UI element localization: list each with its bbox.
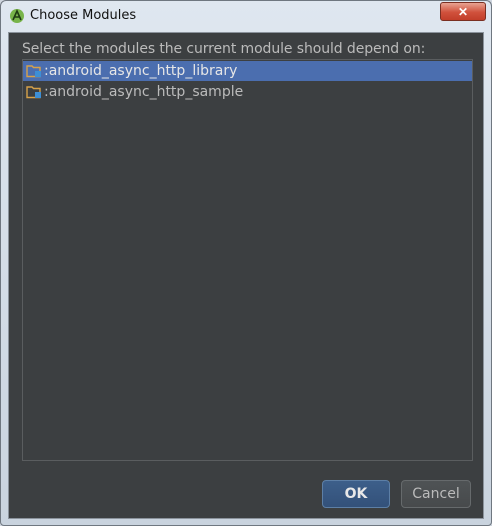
close-icon: ✕ — [457, 4, 469, 19]
module-list[interactable]: :android_async_http_library :android_asy… — [22, 59, 473, 461]
window-title: Choose Modules — [30, 8, 137, 23]
title-bar: Choose Modules ✕ — [1, 1, 491, 31]
ok-button[interactable]: OK — [322, 480, 390, 508]
module-label: :android_async_http_library — [44, 63, 238, 79]
module-label: :android_async_http_sample — [44, 84, 244, 100]
list-item[interactable]: :android_async_http_sample — [23, 82, 472, 102]
cancel-button[interactable]: Cancel — [401, 480, 471, 508]
module-folder-icon — [26, 85, 42, 99]
module-folder-icon — [26, 64, 42, 78]
list-item[interactable]: :android_async_http_library — [23, 61, 472, 81]
android-studio-icon — [9, 8, 25, 24]
choose-modules-dialog: Choose Modules ✕ Select the modules the … — [0, 0, 492, 526]
close-button[interactable]: ✕ — [440, 2, 486, 21]
dialog-content: Select the modules the current module sh… — [8, 32, 484, 519]
instruction-label: Select the modules the current module sh… — [22, 41, 426, 57]
